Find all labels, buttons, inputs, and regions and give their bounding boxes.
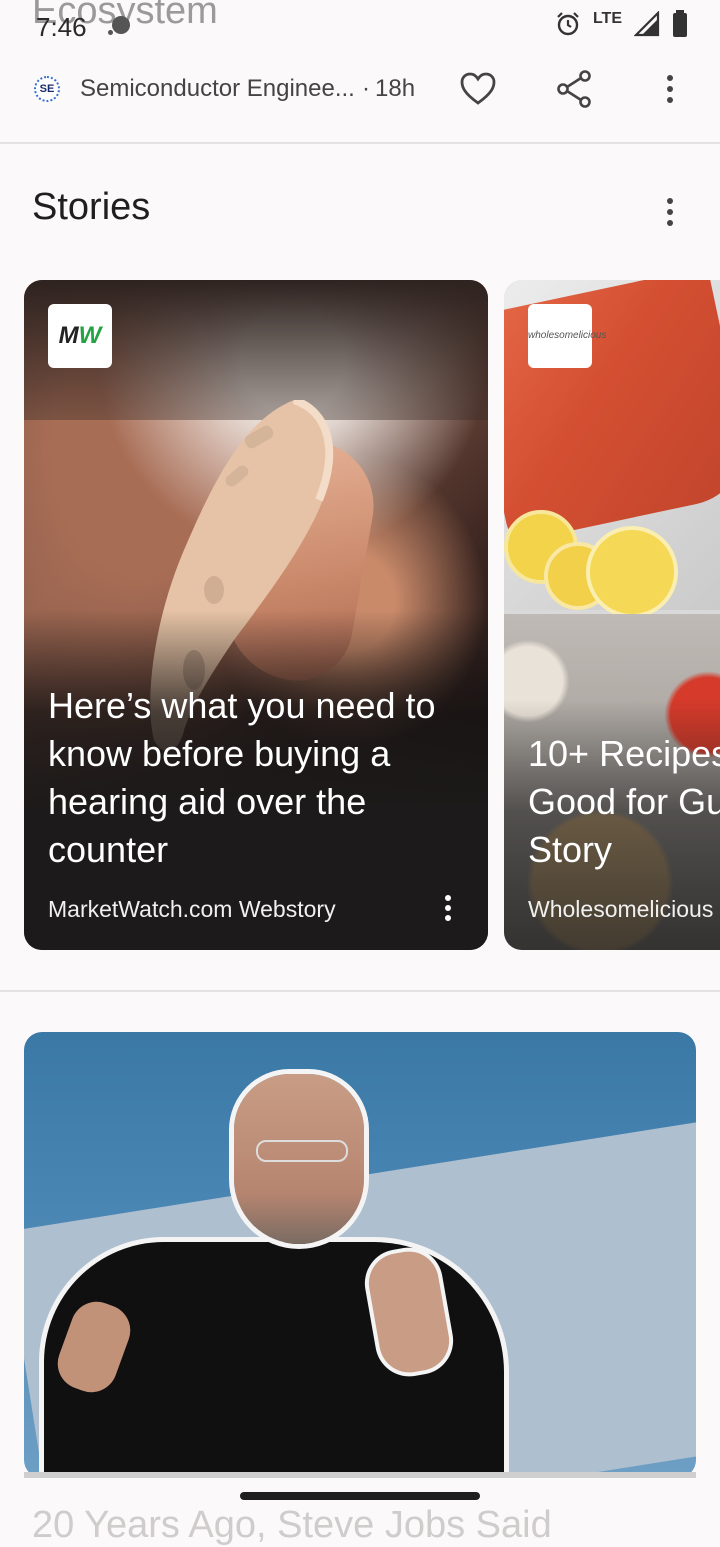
gesture-home-bar[interactable] — [240, 1492, 480, 1500]
publisher-name[interactable]: Semiconductor Enginee... — [80, 75, 355, 103]
story-title: 10+ Recipes Good for Gu Story — [528, 733, 720, 870]
story-more-icon[interactable] — [442, 894, 454, 924]
story-card-wholesomelicious[interactable]: wholesomelicious 10+ Recipes Good for Gu… — [504, 280, 720, 950]
notification-small-dot-icon — [108, 30, 113, 35]
signal-icon — [634, 11, 660, 37]
notification-dot-icon — [112, 16, 130, 34]
publisher-logo: SE — [34, 76, 60, 102]
battery-icon — [673, 10, 687, 37]
heart-icon[interactable] — [460, 72, 496, 106]
alarm-icon — [557, 12, 579, 36]
stories-more-icon[interactable] — [662, 196, 678, 228]
glasses — [256, 1140, 348, 1162]
story-card-marketwatch[interactable]: MW Here’s what you need to know before b… — [24, 280, 488, 950]
marketwatch-logo: MW — [48, 304, 112, 368]
story-title: Here’s what you need to know before buyi… — [48, 685, 436, 870]
stories-heading: Stories — [32, 186, 151, 228]
divider — [0, 990, 720, 992]
article-image[interactable] — [24, 1032, 696, 1478]
image-bottom-edge — [24, 1472, 696, 1478]
separator-dot: · — [362, 75, 370, 102]
story-source: Wholesomelicious — [528, 896, 714, 922]
wholesomelicious-logo: wholesomelicious — [528, 304, 606, 368]
more-vert-icon[interactable] — [662, 74, 678, 104]
network-type-label: LTE — [592, 10, 622, 27]
status-icons: LTE — [555, 10, 688, 38]
lemon-slice — [586, 526, 678, 618]
next-article-title-fragment[interactable]: 20 Years Ago, Steve Jobs Said — [32, 1504, 552, 1547]
article-age: 18h — [375, 75, 416, 102]
story-source: MarketWatch.com Webstory — [48, 896, 336, 922]
divider — [0, 142, 720, 144]
share-icon[interactable] — [556, 70, 592, 108]
status-time: 7:46 — [36, 12, 87, 42]
